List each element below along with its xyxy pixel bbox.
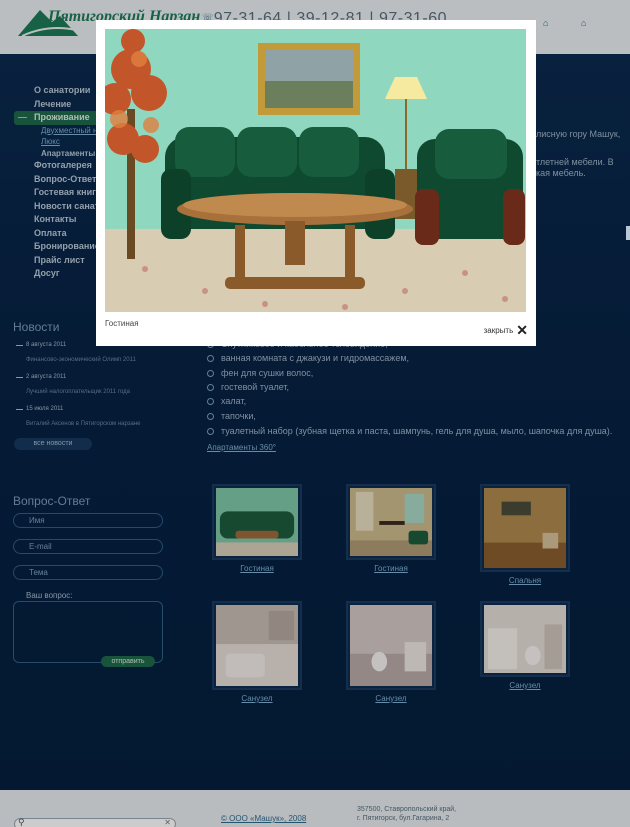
lightbox-photo	[105, 29, 526, 312]
lightbox-caption: Гостиная	[105, 319, 139, 328]
living-room-photo	[105, 29, 526, 312]
scroll-handle[interactable]	[626, 226, 630, 240]
lightbox-modal: Гостиная закрыть ✕	[96, 20, 536, 346]
close-label[interactable]: закрыть	[484, 326, 514, 335]
close-button[interactable]: закрыть ✕	[484, 322, 528, 339]
close-icon[interactable]: ✕	[516, 322, 528, 338]
